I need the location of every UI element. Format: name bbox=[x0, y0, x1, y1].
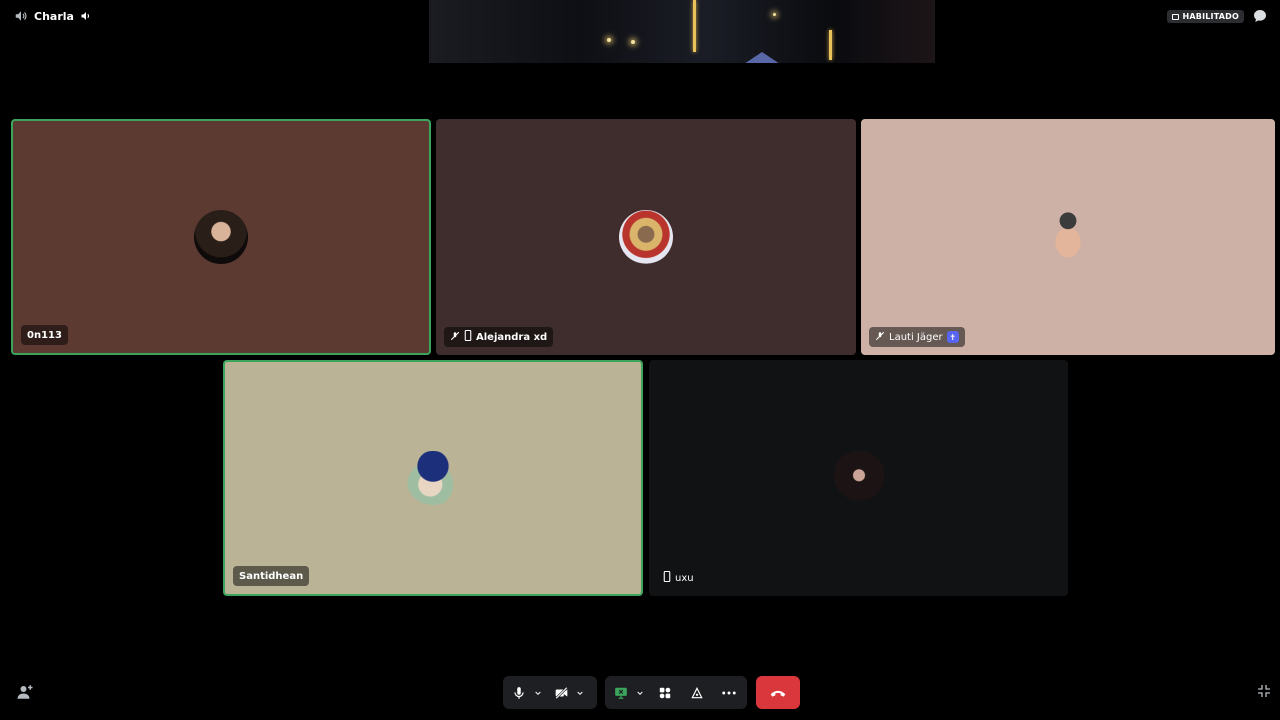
participant-name: Alejandra xd bbox=[476, 331, 548, 343]
participant-tile-uxu[interactable]: uxu bbox=[649, 360, 1068, 596]
mic-options-chevron-icon[interactable] bbox=[531, 681, 545, 705]
participant-name: 0n113 bbox=[27, 329, 62, 341]
activity-controls bbox=[605, 676, 747, 709]
avatar bbox=[831, 451, 886, 505]
participant-name: Lauti Jäger bbox=[889, 331, 943, 343]
stream-preview[interactable] bbox=[429, 0, 935, 63]
participant-tile-0n113[interactable]: 0n113 bbox=[11, 119, 431, 355]
participant-tile-lauti[interactable]: Lauti Jäger ✝ bbox=[861, 119, 1275, 355]
participant-tile-santidhean[interactable]: Santidhean bbox=[223, 360, 643, 596]
speaker-icon bbox=[14, 9, 28, 23]
stream-icon bbox=[1172, 13, 1180, 20]
avatar bbox=[406, 451, 460, 505]
camera-options-chevron-icon[interactable] bbox=[573, 681, 587, 705]
enabled-badge-label: HABILITADO bbox=[1182, 12, 1239, 21]
enabled-badge[interactable]: HABILITADO bbox=[1167, 10, 1244, 23]
avatar bbox=[194, 210, 248, 264]
microphone-icon[interactable] bbox=[507, 681, 531, 705]
chat-bubble-icon[interactable] bbox=[1252, 8, 1268, 24]
participant-nametag: Lauti Jäger ✝ bbox=[869, 327, 965, 347]
soundboard-icon[interactable] bbox=[685, 681, 709, 705]
hang-up-icon bbox=[770, 683, 786, 702]
participant-nametag: Santidhean bbox=[233, 566, 310, 586]
participant-nametag: 0n113 bbox=[21, 325, 68, 345]
participant-name: Santidhean bbox=[239, 570, 304, 582]
participant-nametag: Alejandra xd bbox=[444, 327, 554, 347]
participant-nametag: uxu bbox=[657, 568, 700, 588]
mobile-icon bbox=[464, 329, 472, 344]
participant-tile-alejandra[interactable]: Alejandra xd bbox=[436, 119, 856, 355]
mic-muted-icon bbox=[450, 331, 460, 344]
screen-share-chevron-icon[interactable] bbox=[633, 681, 647, 705]
activities-icon[interactable] bbox=[653, 681, 677, 705]
avatar bbox=[1041, 210, 1095, 264]
mic-muted-icon bbox=[875, 331, 885, 344]
participant-name: uxu bbox=[675, 572, 694, 584]
audio-video-controls bbox=[503, 676, 597, 709]
disconnect-button[interactable] bbox=[756, 676, 800, 709]
mobile-icon bbox=[663, 570, 671, 585]
avatar bbox=[619, 210, 673, 264]
more-icon[interactable] bbox=[717, 681, 741, 705]
channel-name: Charla bbox=[34, 9, 74, 23]
invite-user-icon[interactable] bbox=[16, 683, 34, 701]
exit-fullscreen-icon[interactable] bbox=[1256, 683, 1274, 701]
screen-share-icon[interactable] bbox=[609, 681, 633, 705]
channel-header: Charla bbox=[14, 8, 92, 24]
camera-off-icon[interactable] bbox=[549, 681, 573, 705]
role-badge-icon: ✝ bbox=[946, 331, 959, 343]
volume-icon bbox=[80, 10, 92, 22]
